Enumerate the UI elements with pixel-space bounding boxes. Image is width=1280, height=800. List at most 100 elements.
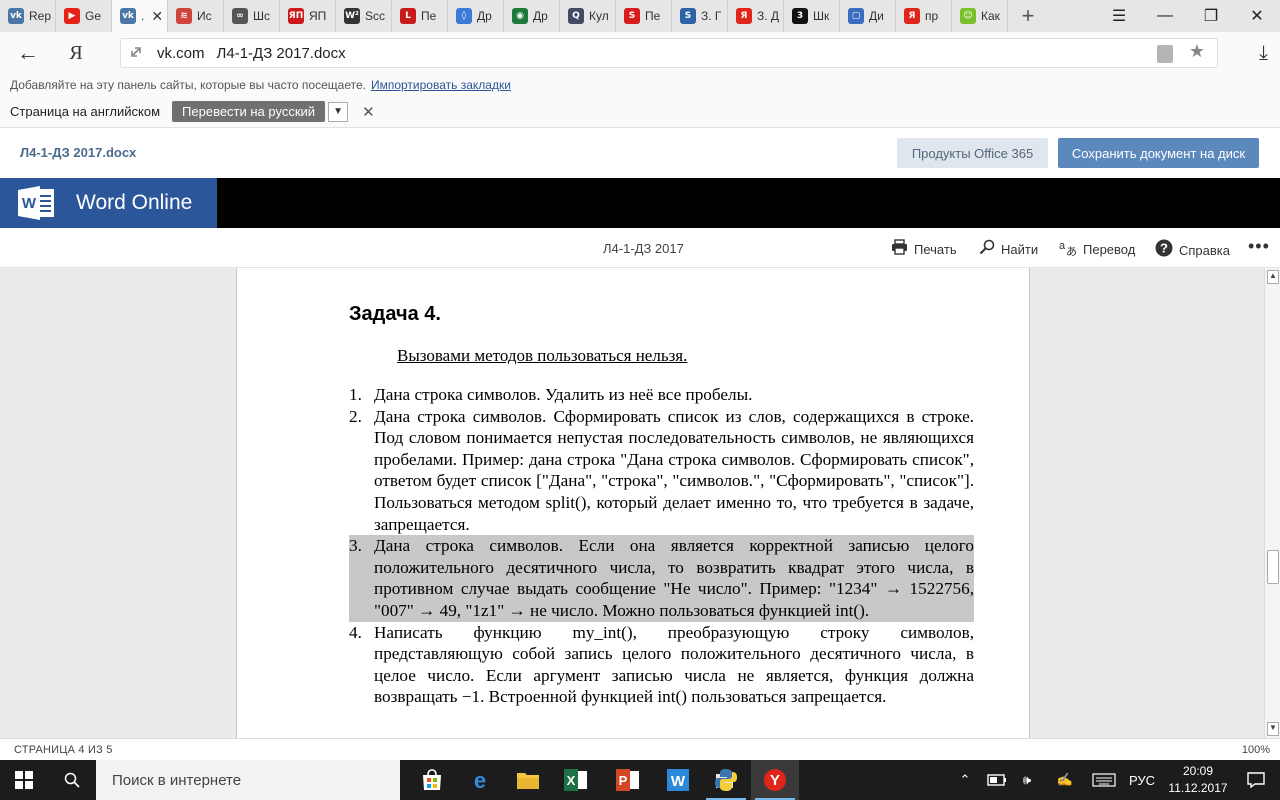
translate-button[interactable]: Перевести на русский [172,101,326,122]
search-icon[interactable] [48,760,96,800]
download-icon[interactable]: ⤓ [1259,42,1268,65]
tab-label: Шс [253,9,270,23]
more-options-icon[interactable]: ••• [1248,236,1270,257]
volume-icon[interactable]: 🕪 [1014,760,1040,800]
tab-favicon-icon: ◊ [456,8,472,24]
excel-icon[interactable]: X [552,760,600,800]
site-info-icon[interactable] [129,45,143,62]
notification-center-icon[interactable] [1232,760,1280,800]
tab-label: Ис [197,9,212,23]
document-viewport: Задача 4. Вызовами методов пользоваться … [0,268,1264,738]
tab-label: . [141,9,145,23]
browser-tab[interactable]: ◊ Др [448,0,504,32]
close-icon[interactable]: ✕ [362,103,375,121]
restore-icon[interactable]: ❐ [1188,0,1234,32]
tab-favicon-icon: ☺ [960,8,976,24]
scroll-thumb[interactable] [1267,550,1279,584]
tab-favicon-icon: ◉ [512,8,528,24]
find-button[interactable]: Найти [979,239,1038,259]
file-explorer-icon[interactable] [504,760,552,800]
translate-options-dropdown[interactable]: ▼ [328,101,349,122]
yandex-icon[interactable]: Я [56,42,96,65]
document-page: Задача 4. Вызовами методов пользоваться … [236,268,1030,738]
store-icon[interactable] [408,760,456,800]
browser-tab[interactable]: ☺ Как [952,0,1008,32]
back-icon[interactable]: ← [0,40,56,66]
minimize-icon[interactable]: — [1142,0,1188,32]
url-domain: vk.com [157,44,205,62]
list-item: 2. Дана строка символов. Сформировать спи… [349,406,974,536]
import-bookmarks-link[interactable]: Импортировать закладки [371,78,511,92]
show-hidden-icons-icon[interactable]: ⌃ [954,760,976,800]
tab-favicon-icon: 3 [792,8,808,24]
tab-favicon-icon: ≋ [176,8,192,24]
print-label: Печать [914,241,957,257]
lock-icon[interactable] [1157,45,1173,63]
input-language[interactable]: РУС [1124,760,1160,800]
browser-tab[interactable]: W² Scc [336,0,392,32]
edge-icon[interactable]: e [456,760,504,800]
tab-label: пр [925,9,939,23]
list-item-number: 1. [349,385,362,404]
tab-menu-icon[interactable]: ☰ [1096,0,1142,32]
browser-tab[interactable]: ∞ Шс [224,0,280,32]
browser-tab[interactable]: ЯП ЯП [280,0,336,32]
help-icon: ? [1155,239,1173,261]
task-heading: Задача 4. [349,303,441,325]
taskbar-search-box[interactable]: Поиск в интернете [96,760,400,800]
yandex-browser-icon[interactable]: Y [751,760,799,800]
browser-tab[interactable]: L Пе [392,0,448,32]
tab-label: Ди [869,9,884,23]
translate-doc-button[interactable]: aあ Перевод [1059,239,1135,260]
vertical-scrollbar[interactable]: ▲ ▼ [1264,268,1280,738]
browser-tab[interactable]: Я З. Д [728,0,784,32]
clock-time: 20:09 [1182,764,1214,778]
tab-favicon-icon: ∞ [232,8,248,24]
powerpoint-icon[interactable]: P [604,760,652,800]
close-window-icon[interactable]: ✕ [1234,0,1280,32]
browser-tab[interactable]: S З. Г [672,0,728,32]
search-icon [979,239,995,259]
office-365-button[interactable]: Продукты Office 365 [897,138,1048,168]
close-tab-icon[interactable]: ✕ [151,8,163,25]
browser-tab[interactable]: ▢ Ди [840,0,896,32]
browser-tab[interactable]: Q Кул [560,0,616,32]
browser-tab[interactable]: Япр [896,0,952,32]
tab-favicon-icon: Я [736,8,752,24]
browser-tab[interactable]: ≋ Ис [168,0,224,32]
tab-label: Rep [29,9,52,23]
save-to-disk-button[interactable]: Сохранить документ на диск [1058,138,1259,168]
windows-start-icon[interactable] [0,760,48,800]
browser-tab[interactable]: vk. ✕ [112,0,168,32]
browser-tab[interactable]: ◉ Др [504,0,560,32]
translate-bar: Страница на английском Перевести на русс… [0,96,1280,128]
page-indicator: СТРАНИЦА 4 ИЗ 5 [14,744,113,756]
print-button[interactable]: Печать [891,239,957,259]
python-icon[interactable] [702,760,750,800]
system-clock[interactable]: 20:09 11.12.2017 [1168,763,1228,797]
pen-icon[interactable]: ✍ [1052,760,1078,800]
sway-icon[interactable]: W [654,760,702,800]
scroll-down-icon[interactable]: ▼ [1267,722,1279,736]
bookmarks-bar: Добавляйте на эту панель сайты, которые … [0,74,1280,96]
list-item-text: Написать функцию my_int(), преобразующую… [374,622,974,707]
help-label: Справка [1179,242,1230,258]
browser-tab[interactable]: vk Rep [0,0,56,32]
browser-tab[interactable]: ▶ Ge [56,0,112,32]
browser-tab[interactable]: 3 Шк [784,0,840,32]
browser-tab[interactable]: S Пе [616,0,672,32]
word-online-brand[interactable]: W Word Online [0,178,217,228]
svg-text:e: e [474,769,486,791]
scroll-up-icon[interactable]: ▲ [1267,270,1279,284]
help-button[interactable]: ? Справка [1155,239,1230,261]
keyboard-icon[interactable] [1088,760,1120,800]
new-tab-icon[interactable]: + [1008,0,1048,32]
battery-icon[interactable] [984,760,1010,800]
url-field[interactable]: vk.com Л4-1-ДЗ 2017.docx ★ [120,38,1218,68]
word-online-bar: W Word Online [0,178,1280,228]
tab-label: Пе [645,9,661,23]
svg-text:W: W [671,773,686,790]
bookmark-star-icon[interactable]: ★ [1189,41,1205,62]
tab-label: Scc [365,9,386,23]
zoom-level[interactable]: 100% [1242,744,1270,756]
